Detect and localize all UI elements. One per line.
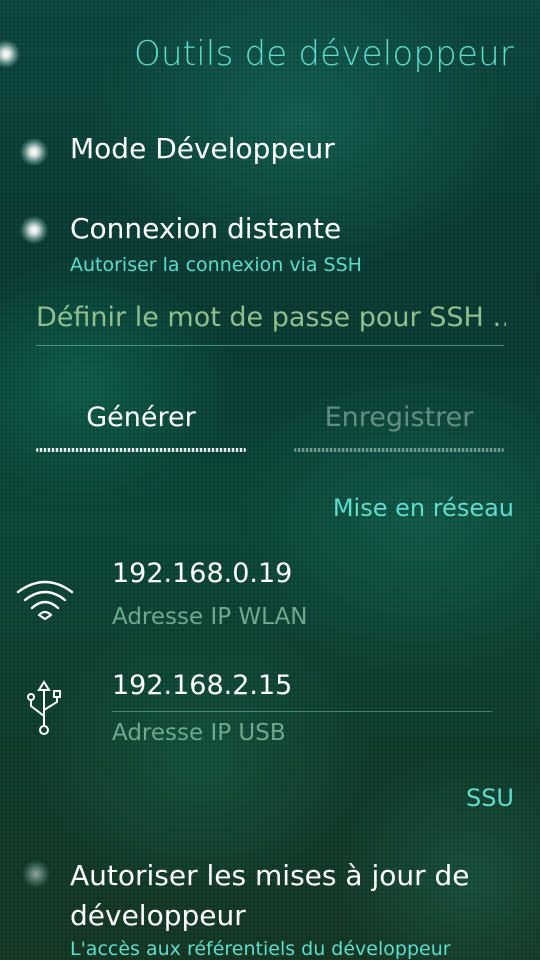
developer-mode-switch[interactable]: Mode Développeur bbox=[0, 122, 540, 182]
wifi-icon bbox=[16, 580, 74, 620]
switch-on-indicator bbox=[20, 216, 48, 244]
usb-ip-label: Adresse IP USB bbox=[112, 720, 286, 746]
remote-connection-label: Connexion distante bbox=[70, 212, 342, 245]
developer-mode-label: Mode Développeur bbox=[70, 132, 335, 165]
switch-on-indicator bbox=[20, 138, 48, 166]
switch-off-indicator bbox=[22, 860, 50, 888]
generate-button-label: Générer bbox=[86, 402, 196, 433]
remote-connection-switch[interactable]: Connexion distante Autoriser la connexio… bbox=[0, 202, 540, 284]
wlan-ip-row[interactable]: 192.168.0.19 Adresse IP WLAN bbox=[0, 552, 540, 642]
ip-separator bbox=[112, 711, 492, 712]
wlan-ip-label: Adresse IP WLAN bbox=[112, 604, 308, 630]
ssh-password-input[interactable]: Définir le mot de passe pour SSH … bbox=[36, 302, 506, 333]
usb-icon bbox=[27, 680, 61, 735]
save-button-label: Enregistrer bbox=[324, 402, 474, 433]
button-underline bbox=[294, 448, 504, 452]
ssu-section-header: SSU bbox=[465, 784, 514, 812]
networking-section-header: Mise en réseau bbox=[332, 494, 514, 522]
page-title: Outils de développeur bbox=[134, 34, 514, 74]
save-button[interactable]: Enregistrer bbox=[294, 396, 504, 456]
pulley-menu-indicator bbox=[0, 40, 20, 68]
developer-updates-description: L'accès aux référentiels du développeur bbox=[70, 938, 451, 960]
usb-ip-value: 192.168.2.15 bbox=[112, 670, 293, 701]
wlan-ip-value: 192.168.0.19 bbox=[112, 558, 293, 589]
generate-button[interactable]: Générer bbox=[36, 396, 246, 456]
input-underline bbox=[36, 345, 504, 346]
button-underline bbox=[36, 448, 246, 452]
usb-ip-row[interactable]: 192.168.2.15 Adresse IP USB bbox=[0, 664, 540, 760]
developer-updates-label: Autoriser les mises à jour de développeu… bbox=[70, 859, 470, 932]
developer-updates-switch[interactable]: Autoriser les mises à jour de développeu… bbox=[0, 852, 540, 960]
remote-connection-description: Autoriser la connexion via SSH bbox=[70, 254, 362, 276]
